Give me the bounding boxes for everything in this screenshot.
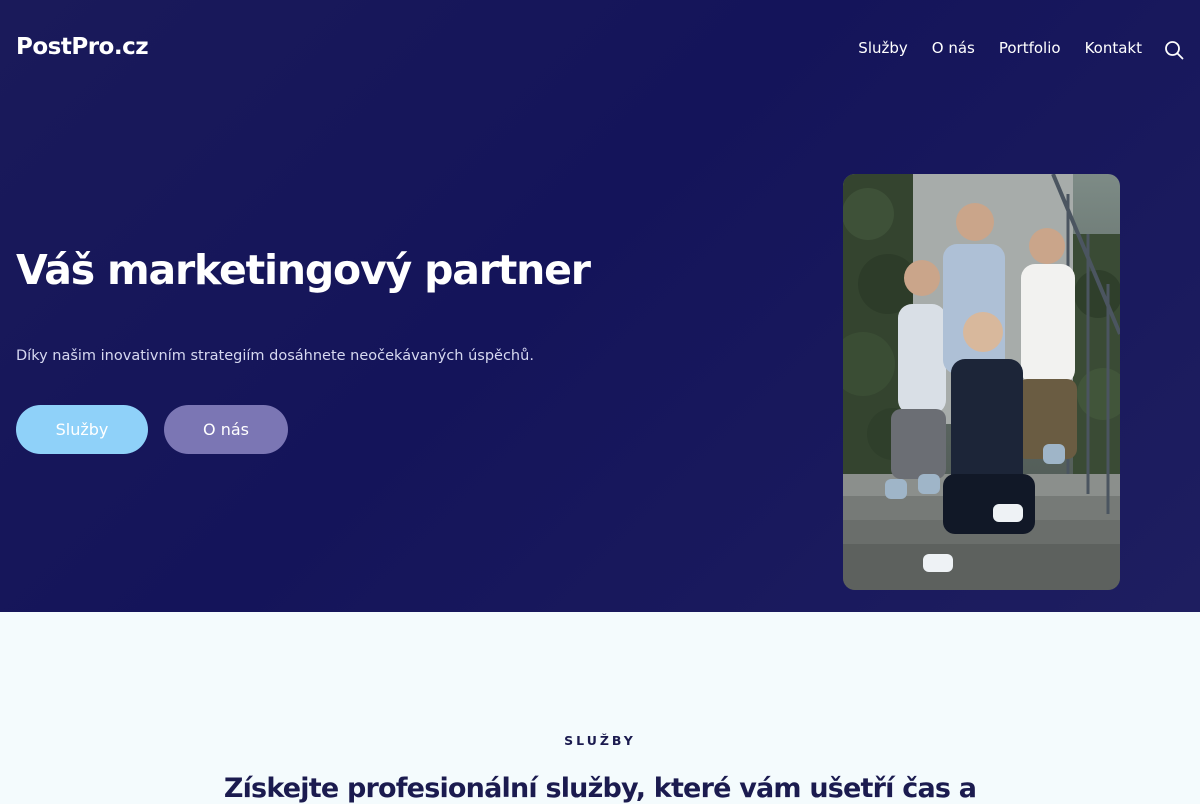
section-heading: Získejte profesionální služby, které vám… (223, 773, 977, 804)
section-eyebrow: SLUŽBY (564, 733, 636, 748)
logo[interactable]: PostPro.cz (16, 34, 149, 60)
hero-subtitle: Díky našim inovativním strategiím dosáhn… (16, 348, 534, 364)
nav-item-kontakt[interactable]: Kontakt (1085, 39, 1142, 57)
team-photo-illustration (843, 174, 1120, 590)
navbar: PostPro.cz Služby O nás Portfolio Kontak… (0, 0, 1200, 100)
nav-item-o-nas[interactable]: O nás (932, 39, 975, 57)
search-icon[interactable] (1164, 40, 1184, 60)
hero-section: PostPro.cz Služby O nás Portfolio Kontak… (0, 0, 1200, 612)
team-photo (843, 174, 1120, 590)
main-nav: Služby O nás Portfolio Kontakt (858, 39, 1142, 57)
about-button[interactable]: O nás (164, 405, 288, 454)
nav-item-sluzby[interactable]: Služby (858, 39, 907, 57)
services-section: SLUŽBY Získejte profesionální služby, kt… (0, 612, 1200, 804)
services-button[interactable]: Služby (16, 405, 148, 454)
nav-item-portfolio[interactable]: Portfolio (999, 39, 1061, 57)
hero-title: Váš marketingový partner (16, 246, 591, 294)
